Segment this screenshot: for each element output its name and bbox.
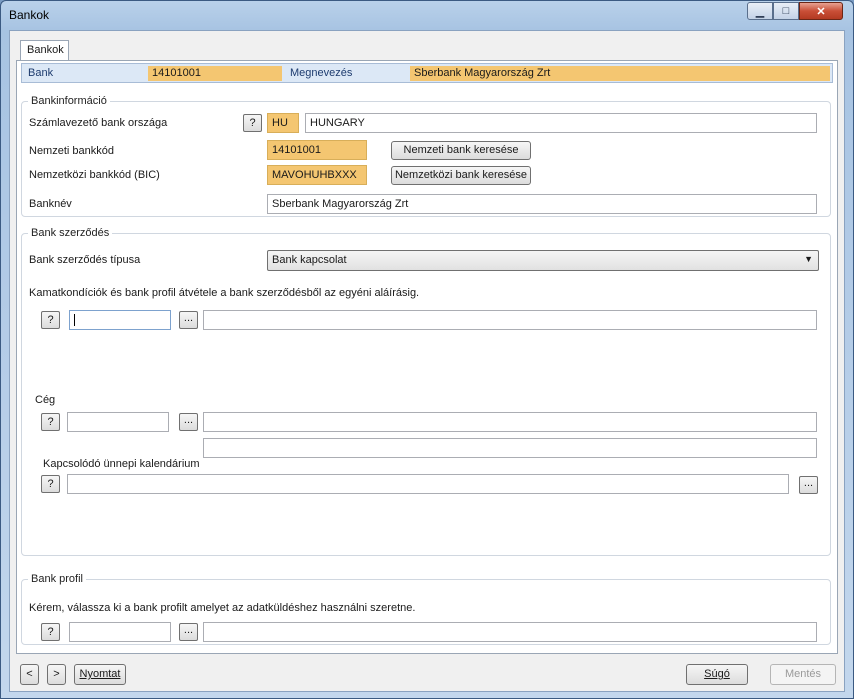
- national-code-label: Nemzeti bankkód: [29, 145, 114, 157]
- client-area: Bankok Bank 14101001 Megnevezés Sberbank…: [9, 30, 845, 692]
- question-icon: ?: [47, 478, 54, 490]
- bic-label: Nemzetközi bankkód (BIC): [29, 169, 160, 181]
- maximize-button[interactable]: □: [773, 2, 799, 20]
- country-lookup-button[interactable]: ?: [243, 114, 262, 132]
- contract-type-label: Bank szerződés típusa: [29, 254, 141, 266]
- print-button[interactable]: Nyomtat: [74, 664, 126, 685]
- bankok-window: Bankok ▁ □ ✕ Bankok Bank 14101001 Megnev…: [0, 0, 854, 699]
- country-name-field: HUNGARY: [305, 113, 817, 133]
- company-lookup-button[interactable]: ?: [41, 413, 60, 431]
- question-icon: ?: [47, 416, 54, 428]
- company-browse-button[interactable]: ...: [179, 413, 198, 431]
- ellipsis-icon: ...: [183, 312, 194, 324]
- maximize-icon: □: [782, 5, 790, 17]
- minimize-icon: ▁: [755, 5, 765, 18]
- next-record-button[interactable]: >: [47, 664, 66, 685]
- national-code-field[interactable]: 14101001: [267, 140, 367, 160]
- international-bank-search-button[interactable]: Nemzetközi bank keresése: [391, 166, 531, 185]
- window-title: Bankok: [9, 8, 50, 22]
- contract-lookup-button[interactable]: ?: [41, 311, 60, 329]
- header-bank-value: 14101001: [148, 66, 282, 81]
- contract-type-select[interactable]: Bank kapcsolat ▼: [267, 250, 819, 271]
- contract-desc-field: [203, 310, 817, 330]
- bic-field[interactable]: MAVOHUHBXXX: [267, 165, 367, 185]
- company-name-field: [203, 412, 817, 432]
- contract-type-value: Bank kapcsolat: [272, 254, 347, 266]
- profile-lookup-button[interactable]: ?: [41, 623, 60, 641]
- close-button[interactable]: ✕: [799, 2, 843, 20]
- profile-desc-field: [203, 622, 817, 642]
- close-icon: ✕: [816, 5, 826, 18]
- bankname-field[interactable]: Sberbank Magyarország Zrt: [267, 194, 817, 214]
- profile-legend: Bank profil: [31, 573, 83, 585]
- contract-note: Kamatkondíciók és bank profil átvétele a…: [29, 287, 420, 299]
- bankname-label: Banknév: [29, 198, 72, 210]
- header-name-label: Megnevezés: [290, 67, 353, 79]
- chevron-left-icon: <: [26, 668, 33, 680]
- help-button[interactable]: Súgó: [686, 664, 748, 685]
- header-bank-label: Bank: [28, 67, 54, 79]
- calendar-lookup-button[interactable]: ?: [41, 475, 60, 493]
- previous-record-button[interactable]: <: [20, 664, 39, 685]
- dropdown-arrow-icon: ▼: [804, 254, 813, 264]
- minimize-button[interactable]: ▁: [747, 2, 773, 20]
- country-label: Számlavezető bank országa: [29, 117, 168, 129]
- question-icon: ?: [47, 314, 54, 326]
- contract-browse-button[interactable]: ...: [179, 311, 198, 329]
- save-button[interactable]: Mentés: [770, 664, 836, 685]
- title-bar[interactable]: Bankok ▁ □ ✕: [1, 1, 853, 29]
- profile-browse-button[interactable]: ...: [179, 623, 198, 641]
- header-name-value: Sberbank Magyarország Zrt: [410, 66, 830, 81]
- ellipsis-icon: ...: [183, 414, 194, 426]
- company-name2-field: [203, 438, 817, 458]
- calendar-browse-button[interactable]: ...: [799, 476, 818, 494]
- text-caret: [74, 314, 75, 327]
- contract-group: Bank szerződés: [21, 227, 831, 556]
- profile-instruction: Kérem, válassza ki a bank profilt amelye…: [29, 602, 416, 614]
- company-code-input[interactable]: [67, 412, 169, 432]
- calendar-label: Kapcsolódó ünnepi kalendárium: [43, 458, 200, 470]
- contract-code-input[interactable]: [69, 310, 171, 330]
- country-code-field[interactable]: HU: [267, 113, 299, 133]
- contract-legend: Bank szerződés: [31, 227, 110, 239]
- tab-bankok[interactable]: Bankok: [20, 40, 69, 61]
- calendar-field[interactable]: [67, 474, 789, 494]
- question-icon: ?: [249, 117, 256, 129]
- ellipsis-icon: ...: [803, 477, 814, 489]
- national-bank-search-button[interactable]: Nemzeti bank keresése: [391, 141, 531, 160]
- ellipsis-icon: ...: [183, 624, 194, 636]
- chevron-right-icon: >: [53, 668, 60, 680]
- header-strip: Bank 14101001 Megnevezés Sberbank Magyar…: [21, 63, 833, 83]
- profile-code-input[interactable]: [69, 622, 171, 642]
- tab-panel: Bank 14101001 Megnevezés Sberbank Magyar…: [16, 60, 838, 654]
- bankinfo-legend: Bankinformáció: [31, 95, 107, 107]
- company-label: Cég: [35, 394, 56, 406]
- question-icon: ?: [47, 626, 54, 638]
